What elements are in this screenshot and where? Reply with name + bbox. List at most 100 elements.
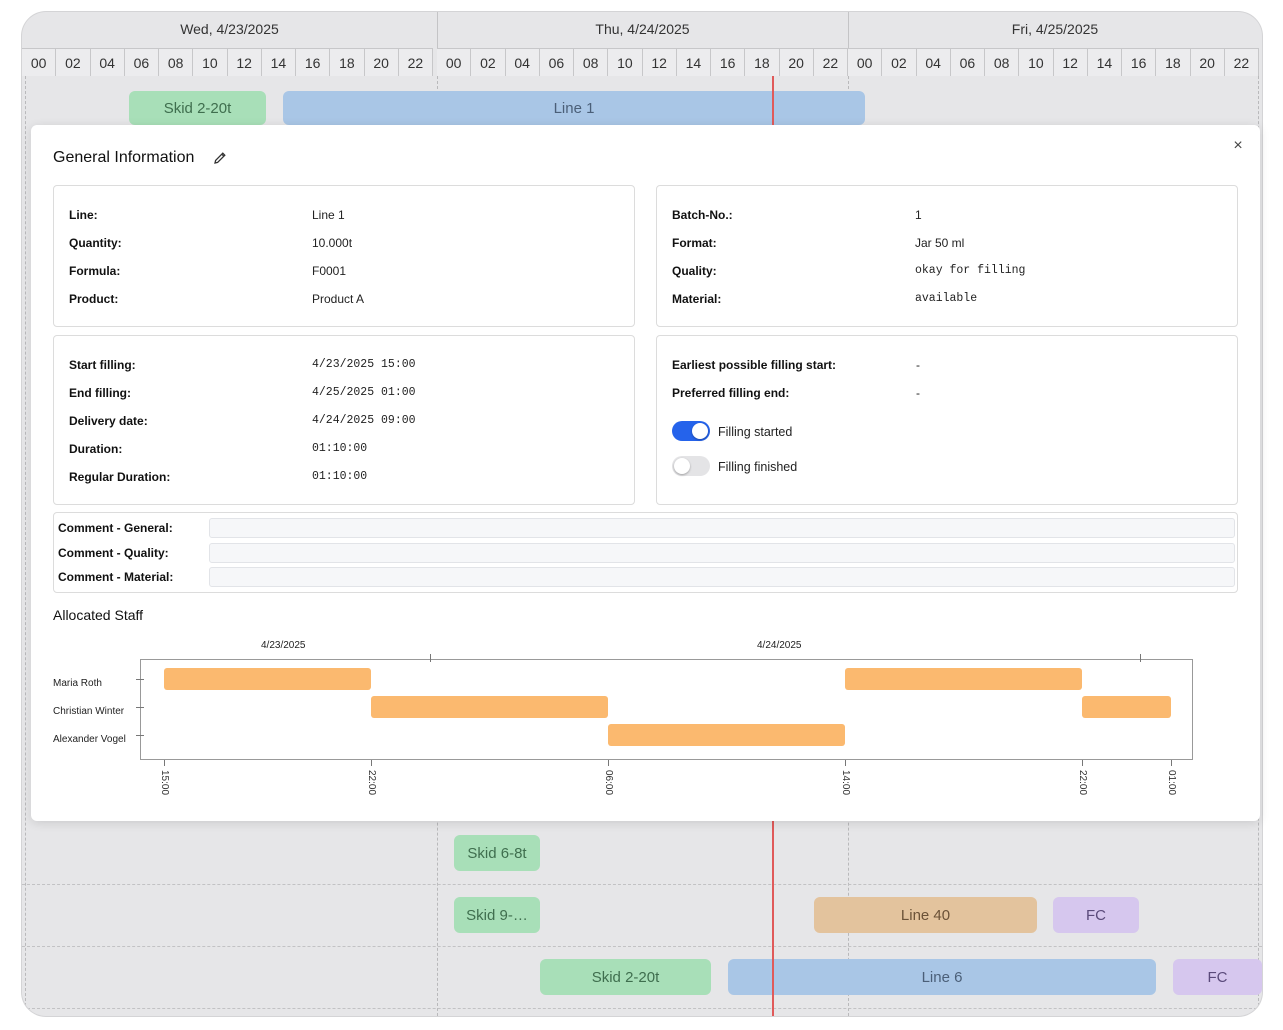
schedule-bar[interactable]: Skid 6-8t — [454, 835, 540, 871]
hour-cell: 00 — [437, 48, 472, 76]
field-label: Material: — [672, 292, 722, 306]
comment-label: Comment - Material: — [58, 570, 174, 584]
field-value: 4/25/2025 01:00 — [312, 386, 416, 399]
field-label: End filling: — [69, 386, 131, 400]
chart-tick-label: 22:00 — [366, 770, 378, 796]
field-value: - — [916, 358, 920, 372]
pencil-icon[interactable] — [212, 150, 228, 166]
staff-shift-bar — [164, 668, 372, 690]
schedule-bar[interactable]: FC — [1053, 897, 1139, 933]
chart-tick — [608, 760, 610, 766]
hour-cell: 22 — [398, 48, 433, 76]
field-value: available — [915, 292, 978, 305]
hour-cell: 12 — [1053, 48, 1088, 76]
comment-quality-input[interactable] — [209, 543, 1235, 563]
hour-cell: 04 — [90, 48, 125, 76]
chart-tick — [1082, 760, 1084, 766]
filling-started-toggle[interactable] — [672, 421, 710, 441]
close-button[interactable]: × — [1229, 137, 1247, 155]
field-value: 4/24/2025 09:00 — [312, 414, 416, 427]
chart-tick — [845, 760, 847, 766]
comments-card: Comment - General: Comment - Quality: Co… — [53, 512, 1238, 593]
chart-date-label: 4/23/2025 — [261, 640, 306, 651]
chart-plot-area — [140, 659, 1193, 760]
batch-info-card: Batch-No.: 1 Format: Jar 50 ml Quality: … — [656, 185, 1238, 327]
schedule-bar[interactable]: Line 1 — [283, 91, 865, 125]
day-separator — [848, 12, 849, 48]
hour-cell: 20 — [364, 48, 399, 76]
field-value: Product A — [312, 292, 365, 306]
staff-label: Christian Winter — [53, 706, 125, 717]
field-label: Regular Duration: — [69, 470, 171, 484]
field-value: okay for filling — [915, 264, 1026, 277]
chart-tick — [371, 760, 373, 766]
hour-cell: 00 — [22, 48, 57, 76]
chart-date-tick — [430, 654, 431, 662]
hour-cell: 14 — [676, 48, 711, 76]
field-value: 10.000t — [312, 236, 353, 250]
schedule-bar[interactable]: Skid 9-… — [454, 897, 540, 933]
schedule-bar[interactable]: Skid 2-20t — [540, 959, 711, 995]
hour-cell: 20 — [1190, 48, 1225, 76]
filling-times-card: Start filling: 4/23/2025 15:00 End filli… — [53, 335, 635, 505]
field-label: Formula: — [69, 264, 121, 278]
staff-shift-bar — [371, 696, 609, 718]
hour-cell: 12 — [227, 48, 262, 76]
hour-cell: 10 — [193, 48, 228, 76]
comment-label: Comment - Quality: — [58, 546, 169, 560]
chart-date-label: 4/24/2025 — [757, 640, 802, 651]
schedule-bar[interactable]: Skid 2-20t — [129, 91, 266, 125]
comment-material-input[interactable] — [209, 567, 1235, 587]
field-label: Earliest possible filling start: — [672, 358, 837, 372]
hour-cell: 02 — [882, 48, 917, 76]
toggle-label: Filling started — [718, 425, 793, 439]
hour-cell: 18 — [745, 48, 780, 76]
chart-tick-label: 14:00 — [840, 770, 852, 796]
schedule-bar[interactable]: Line 6 — [728, 959, 1156, 995]
dialog-title: General Information — [53, 149, 195, 166]
day-separator — [437, 12, 438, 48]
grid-line — [25, 76, 26, 1016]
day-header: Wed, 4/23/2025 — [180, 21, 279, 37]
hour-cell: 20 — [779, 48, 814, 76]
field-value: 01:10:00 — [312, 442, 368, 455]
staff-shift-bar — [1082, 696, 1171, 718]
field-value: F0001 — [312, 264, 347, 278]
field-value: - — [916, 386, 920, 400]
row-line — [22, 946, 1262, 947]
comment-general-input[interactable] — [209, 518, 1235, 538]
field-label: Product: — [69, 292, 119, 306]
staff-shift-bar — [608, 724, 846, 746]
staff-label: Maria Roth — [53, 678, 102, 689]
hour-cell: 14 — [1087, 48, 1122, 76]
field-value: Line 1 — [312, 208, 345, 222]
hour-cell: 04 — [916, 48, 951, 76]
field-label: Preferred filling end: — [672, 386, 790, 400]
hour-cell: 22 — [813, 48, 848, 76]
hour-cell: 10 — [608, 48, 643, 76]
hour-cell: 00 — [848, 48, 883, 76]
chart-tick-label: 06:00 — [603, 770, 615, 796]
hour-cell: 10 — [1019, 48, 1054, 76]
hour-cell: 06 — [950, 48, 985, 76]
hour-cell: 06 — [124, 48, 159, 76]
field-label: Line: — [69, 208, 98, 222]
hour-cell: 14 — [261, 48, 296, 76]
hour-cell: 08 — [574, 48, 609, 76]
hour-cell: 16 — [296, 48, 331, 76]
staff-tick — [136, 707, 144, 708]
hour-cell: 18 — [330, 48, 365, 76]
field-label: Quality: — [672, 264, 717, 278]
chart-tick-label: 01:00 — [1166, 770, 1177, 796]
comment-label: Comment - General: — [58, 521, 173, 535]
hour-cell: 16 — [1122, 48, 1157, 76]
product-info-card: Line: Line 1 Quantity: 10.000t Formula: … — [53, 185, 635, 327]
chart-tick-label: 15:00 — [159, 770, 170, 796]
schedule-bar[interactable]: Line 40 — [814, 897, 1037, 933]
day-header: Thu, 4/24/2025 — [595, 21, 690, 37]
filling-finished-toggle[interactable] — [672, 456, 710, 476]
staff-tick — [136, 679, 144, 680]
filling-status-card: Earliest possible filling start: - Prefe… — [656, 335, 1238, 505]
schedule-bar[interactable]: FC — [1173, 959, 1262, 995]
chart-date-tick — [1140, 654, 1141, 662]
